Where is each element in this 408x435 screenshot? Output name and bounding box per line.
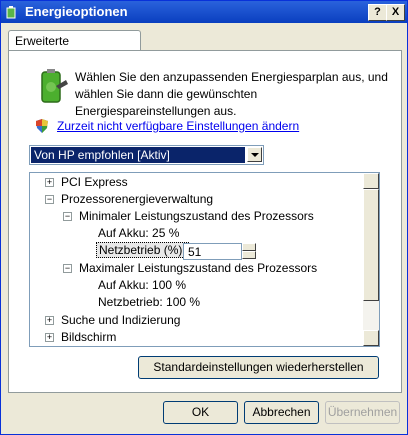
setting-row[interactable]: Netzbetrieb (%):: [96, 242, 189, 259]
scroll-thumb[interactable]: [363, 189, 379, 301]
setting-value: 25 %: [152, 226, 180, 240]
tree-item-label: Suche und Indizierung: [61, 313, 181, 327]
spin-down-icon[interactable]: [242, 251, 256, 259]
chevron-down-icon[interactable]: [247, 147, 262, 162]
setting-label: Auf Akku:: [98, 278, 149, 292]
netzbetrieb-percent-input[interactable]: 51: [183, 243, 242, 260]
intro-text: Wählen Sie den anzupassenden Energiespar…: [75, 70, 388, 118]
expand-icon[interactable]: +: [45, 178, 54, 187]
settings-panel: Wählen Sie den anzupassenden Energiespar…: [8, 50, 402, 393]
setting-value: 100 %: [152, 278, 187, 292]
setting-row[interactable]: Auf Akku: 25 %: [98, 225, 179, 242]
energy-options-window: Energieoptionen ? X Erweiterte Einstellu…: [0, 0, 408, 435]
restore-defaults-button[interactable]: Standardeinstellungen wiederherstellen: [138, 356, 379, 379]
ok-button[interactable]: OK: [163, 401, 238, 424]
spin-buttons[interactable]: [242, 243, 256, 260]
power-plan-select[interactable]: Von HP empfohlen [Aktiv]: [29, 145, 264, 165]
tab-advanced-settings[interactable]: Erweiterte Einstellungen: [8, 30, 141, 62]
input-value: 51: [188, 245, 202, 259]
collapse-icon[interactable]: −: [63, 264, 72, 273]
setting-row[interactable]: Netzbetrieb: 100 %: [98, 294, 200, 311]
cancel-button[interactable]: Abbrechen: [244, 401, 319, 424]
tree-item-label: Maximaler Leistungszustand des Prozessor…: [79, 261, 318, 275]
setting-value: 100 %: [166, 295, 201, 309]
tree-item-label: PCI Express: [61, 175, 128, 189]
setting-label: Netzbetrieb (%):: [96, 242, 189, 258]
expand-icon[interactable]: +: [45, 316, 54, 325]
title-bar: Energieoptionen ? X: [1, 1, 407, 23]
help-button[interactable]: ?: [368, 4, 387, 21]
setting-row[interactable]: Auf Akku: 100 %: [98, 277, 186, 294]
battery-plug-icon: [6, 6, 16, 19]
tree-item-label: Prozessorenergieverwaltung: [61, 192, 214, 206]
scroll-up-icon[interactable]: [363, 173, 379, 189]
shield-icon: [36, 119, 48, 133]
tree-item-label: Bildschirm: [61, 330, 117, 344]
collapse-icon[interactable]: −: [63, 212, 72, 221]
scroll-down-icon[interactable]: [363, 330, 379, 346]
tree-item-label: Minimaler Leistungszustand des Prozessor…: [79, 209, 314, 223]
tree-scrollbar[interactable]: [363, 173, 379, 346]
close-button[interactable]: X: [386, 4, 405, 21]
collapse-icon[interactable]: −: [45, 195, 54, 204]
power-plan-value: Von HP empfohlen [Aktiv]: [31, 147, 245, 163]
setting-label: Auf Akku:: [98, 226, 149, 240]
battery-icon: [41, 69, 68, 103]
settings-tree[interactable]: + PCI Express − Prozessorenergieverwaltu…: [29, 172, 380, 347]
window-title: Energieoptionen: [25, 4, 128, 19]
change-unavailable-settings-link[interactable]: Zurzeit nicht verfügbare Einstellungen ä…: [57, 119, 299, 133]
spin-up-icon[interactable]: [242, 243, 256, 251]
apply-button[interactable]: Übernehmen: [325, 401, 400, 424]
expand-icon[interactable]: +: [45, 333, 54, 342]
setting-label: Netzbetrieb:: [98, 295, 163, 309]
